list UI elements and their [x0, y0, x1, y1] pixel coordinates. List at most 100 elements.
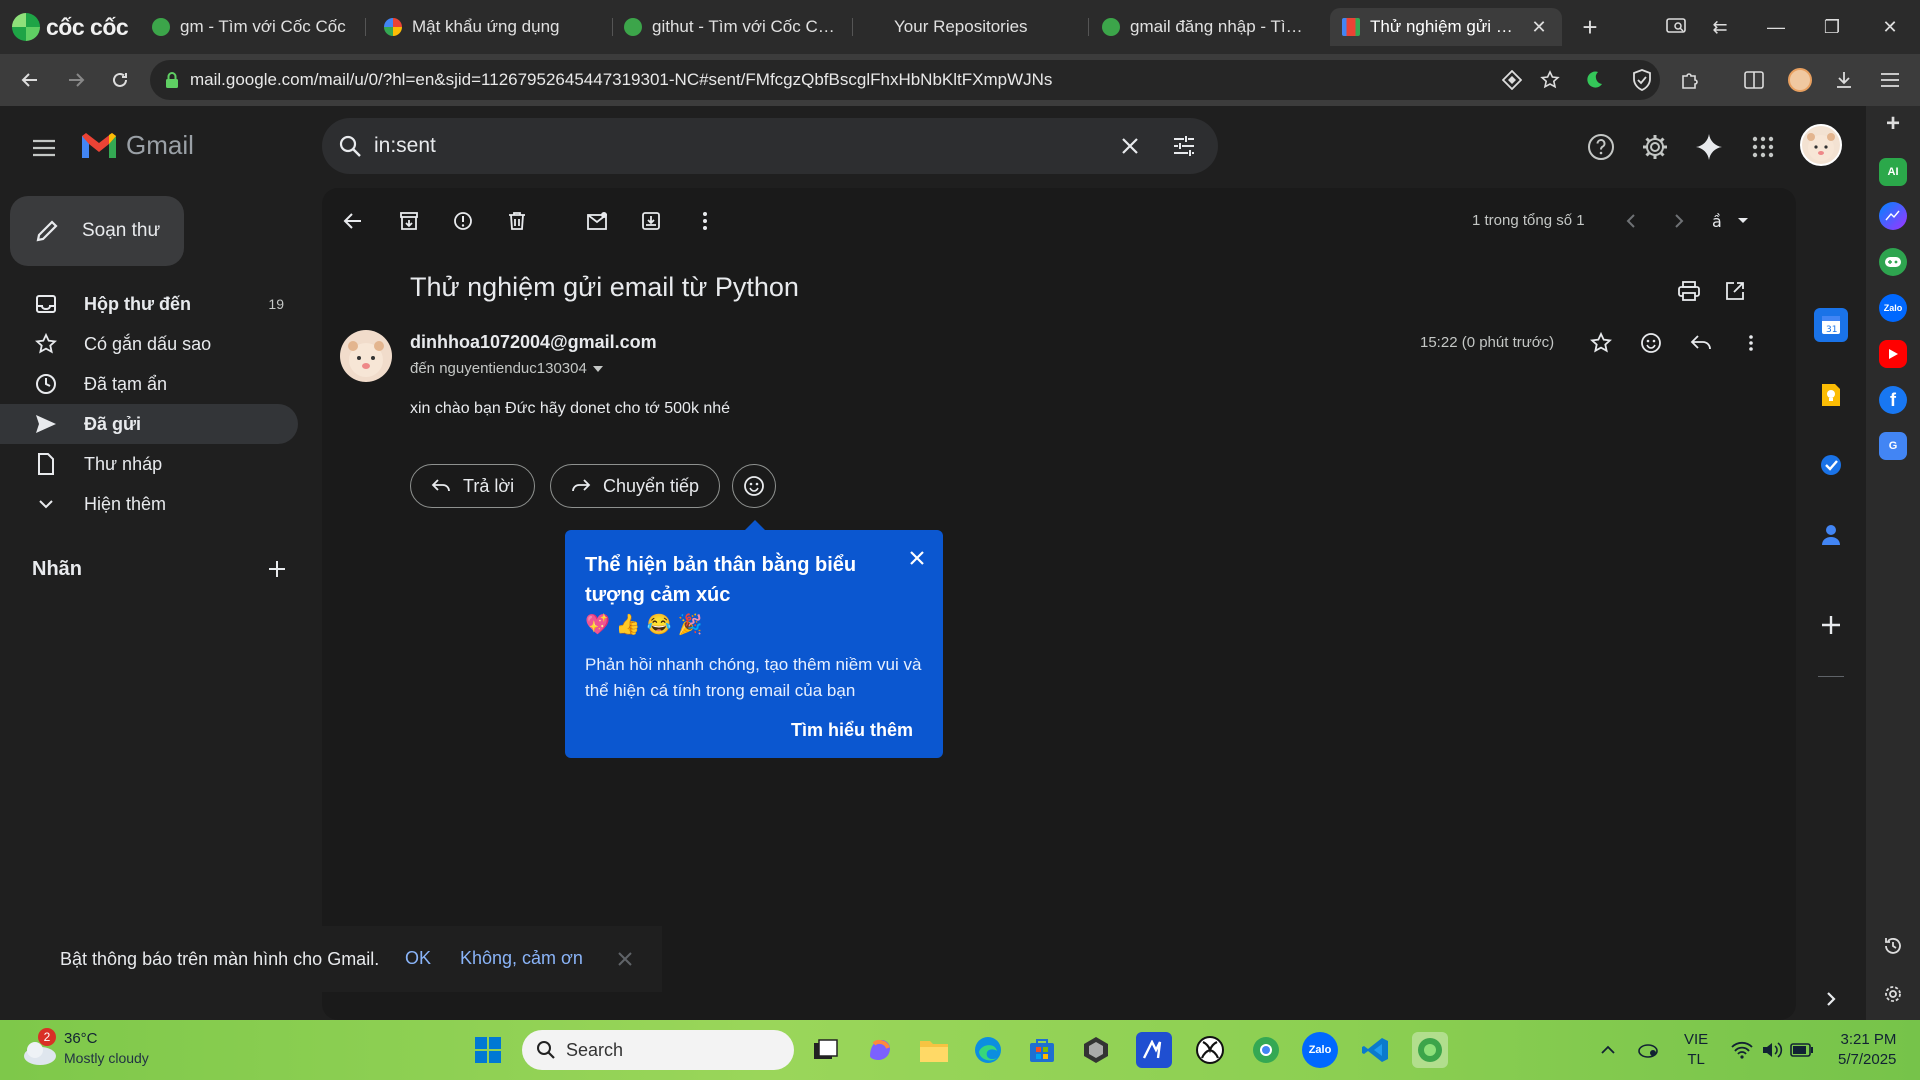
- star-email-icon[interactable]: [1586, 328, 1616, 358]
- get-addons-icon[interactable]: [1814, 608, 1848, 642]
- learn-more-link[interactable]: Tìm hiểu thêm: [791, 720, 913, 741]
- zalo-icon[interactable]: Zalo: [1879, 294, 1907, 322]
- xbox-icon[interactable]: [1192, 1032, 1228, 1068]
- compose-button[interactable]: Soạn thư: [10, 196, 184, 266]
- delete-icon[interactable]: [502, 206, 532, 236]
- move-to-icon[interactable]: [636, 206, 666, 236]
- tab-active[interactable]: Thử nghiệm gửi ema ✕: [1330, 8, 1562, 46]
- tab-4[interactable]: Your Repositories: [882, 8, 1082, 46]
- settings-gear-icon[interactable]: [1638, 130, 1672, 164]
- close-window-button[interactable]: ✕: [1870, 10, 1910, 44]
- battery-icon[interactable]: [1790, 1038, 1814, 1062]
- search-icon[interactable]: [338, 134, 362, 158]
- more-options-icon[interactable]: [690, 206, 720, 236]
- wifi-icon[interactable]: [1730, 1038, 1754, 1062]
- email-more-icon[interactable]: [1736, 328, 1766, 358]
- download-icon[interactable]: [1830, 66, 1858, 94]
- dark-mode-moon-icon[interactable]: [1580, 66, 1608, 94]
- gemini-sparkle-icon[interactable]: [1692, 130, 1726, 164]
- vscode-icon[interactable]: [1358, 1032, 1394, 1068]
- emoji-reaction-button[interactable]: [732, 464, 776, 508]
- network-status-icon[interactable]: [1636, 1038, 1660, 1062]
- ai-assistant-icon[interactable]: AI: [1879, 158, 1907, 186]
- copilot-icon[interactable]: [862, 1032, 898, 1068]
- adblock-shield-icon[interactable]: [1628, 66, 1656, 94]
- mark-unread-icon[interactable]: [582, 206, 612, 236]
- nav-item-snoozed[interactable]: Đã tạm ẩn: [0, 364, 298, 404]
- back-button[interactable]: [14, 64, 46, 96]
- task-view-icon[interactable]: [808, 1032, 844, 1068]
- volume-icon[interactable]: [1760, 1038, 1784, 1062]
- history-icon[interactable]: [1879, 932, 1907, 960]
- toast-close-icon[interactable]: [612, 946, 638, 972]
- chrome-icon[interactable]: [1248, 1032, 1284, 1068]
- nav-item-more[interactable]: Hiện thêm: [0, 484, 298, 524]
- toast-no-thanks-button[interactable]: Không, cảm ơn: [460, 948, 583, 969]
- tab-2[interactable]: Mật khẩu ứng dụng: [372, 8, 607, 46]
- add-reaction-icon[interactable]: [1636, 328, 1666, 358]
- show-hidden-icons-icon[interactable]: [1596, 1038, 1620, 1062]
- search-options-icon[interactable]: [1170, 132, 1198, 160]
- tab-5[interactable]: gmail đăng nhập - Tìm vớ: [1090, 8, 1320, 46]
- language-indicator[interactable]: VIE TL: [1684, 1030, 1708, 1070]
- recipient-line[interactable]: đến nguyentienduc130304: [410, 360, 603, 377]
- minimize-button[interactable]: —: [1756, 10, 1796, 44]
- youtube-icon[interactable]: [1879, 340, 1907, 368]
- calendar-icon[interactable]: 31: [1814, 308, 1848, 342]
- input-tools-icon[interactable]: ầ: [1708, 206, 1756, 236]
- editor-app-icon[interactable]: [1136, 1032, 1172, 1068]
- open-new-window-icon[interactable]: [1720, 276, 1750, 306]
- sidebar-settings-icon[interactable]: [1879, 980, 1907, 1008]
- reply-icon[interactable]: [1686, 328, 1716, 358]
- report-spam-icon[interactable]: [448, 206, 478, 236]
- taskbar-search[interactable]: Search: [522, 1030, 794, 1070]
- nav-item-starred[interactable]: Có gắn dấu sao: [0, 324, 298, 364]
- tasks-icon[interactable]: [1814, 448, 1848, 482]
- new-tab-button[interactable]: +: [1570, 10, 1610, 44]
- tab-3[interactable]: githut - Tìm với Cốc Cốc: [612, 8, 847, 46]
- profile-avatar-icon[interactable]: [1786, 66, 1814, 94]
- back-to-list-icon[interactable]: [338, 206, 368, 236]
- archive-icon[interactable]: [394, 206, 424, 236]
- browser-brand[interactable]: cốc cốc: [12, 12, 129, 42]
- previous-page-icon[interactable]: [1616, 206, 1646, 236]
- nav-item-drafts[interactable]: Thư nháp: [0, 444, 298, 484]
- forward-button[interactable]: [60, 64, 92, 96]
- extensions-puzzle-icon[interactable]: [1676, 66, 1704, 94]
- split-view-icon[interactable]: [1740, 66, 1768, 94]
- windows-start-icon[interactable]: [470, 1032, 506, 1068]
- gmail-logo[interactable]: Gmail: [80, 130, 194, 161]
- sender-avatar[interactable]: [340, 330, 392, 382]
- account-avatar[interactable]: [1800, 124, 1842, 166]
- clear-search-icon[interactable]: [1116, 132, 1144, 160]
- toast-ok-button[interactable]: OK: [405, 948, 431, 969]
- apps-grid-icon[interactable]: [1746, 130, 1780, 164]
- forward-button[interactable]: Chuyển tiếp: [550, 464, 721, 508]
- bookmark-star-icon[interactable]: [1536, 66, 1564, 94]
- translate-icon[interactable]: G: [1879, 432, 1907, 460]
- reply-button[interactable]: Trả lời: [410, 464, 536, 508]
- sidebar-add-icon[interactable]: +: [1879, 110, 1907, 138]
- install-app-icon[interactable]: [1498, 66, 1526, 94]
- edge-icon[interactable]: [970, 1032, 1006, 1068]
- tab-1[interactable]: gm - Tìm với Cốc Cốc: [140, 8, 360, 46]
- tab-close-icon[interactable]: ✕: [1528, 16, 1550, 38]
- facebook-icon[interactable]: f: [1879, 386, 1907, 414]
- unity-icon[interactable]: [1078, 1032, 1114, 1068]
- search-input[interactable]: in:sent: [374, 134, 436, 158]
- tab-list-icon[interactable]: ⇇: [1700, 10, 1740, 44]
- keep-icon[interactable]: [1814, 378, 1848, 412]
- weather-widget[interactable]: 2 36°C Mostly cloudy: [18, 1028, 178, 1072]
- messenger-icon[interactable]: [1879, 202, 1907, 230]
- next-page-icon[interactable]: [1664, 206, 1694, 236]
- address-bar[interactable]: mail.google.com/mail/u/0/?hl=en&sjid=112…: [150, 60, 1660, 100]
- zalo-taskbar-icon[interactable]: Zalo: [1302, 1032, 1338, 1068]
- contacts-icon[interactable]: [1814, 518, 1848, 552]
- system-clock[interactable]: 3:21 PM 5/7/2025: [1838, 1030, 1896, 1070]
- nav-item-sent[interactable]: Đã gửi: [0, 404, 298, 444]
- coccoc-taskbar-icon[interactable]: [1412, 1032, 1448, 1068]
- file-explorer-icon[interactable]: [916, 1032, 952, 1068]
- print-icon[interactable]: [1674, 276, 1704, 306]
- add-label-icon[interactable]: [264, 556, 290, 582]
- browser-menu-icon[interactable]: [1876, 66, 1904, 94]
